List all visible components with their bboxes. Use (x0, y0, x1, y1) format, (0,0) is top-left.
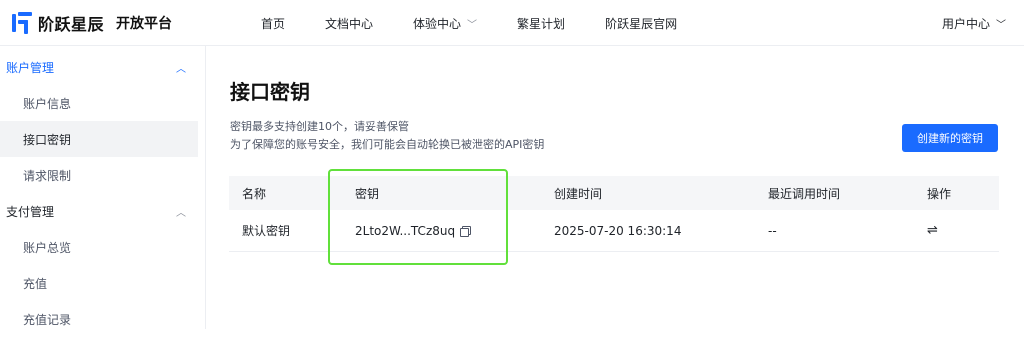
nav-star-plan[interactable]: 繁星计划 (517, 15, 565, 32)
created-time: 2025-07-20 16:30:14 (554, 223, 682, 238)
brand-name: 阶跃星辰 (38, 15, 105, 34)
top-bar: 阶跃星辰 开放平台 首页 文档中心 体验中心 ﹀ 繁星计划 阶跃星辰官网 用户中心… (0, 0, 1024, 46)
column-header-created: 创建时间 (554, 186, 603, 201)
sidebar-item-account-overview[interactable]: 账户总览 (0, 229, 198, 265)
chevron-down-icon: ﹀ (467, 19, 478, 31)
sidebar: 账户管理 ︿ 账户信息 接口密钥 请求限制 支付管理 ︿ 账户总览 充值 充值记… (0, 46, 206, 329)
sidebar-group-account[interactable]: 账户管理 ︿ (0, 49, 206, 85)
nav-official-site[interactable]: 阶跃星辰官网 (605, 15, 677, 32)
create-key-button[interactable]: 创建新的密钥 (902, 124, 998, 152)
main-nav: 首页 文档中心 体验中心 ﹀ 繁星计划 阶跃星辰官网 (261, 0, 717, 46)
sidebar-item-rate-limits[interactable]: 请求限制 (0, 157, 198, 193)
column-header-actions: 操作 (927, 186, 952, 201)
sidebar-item-account-info[interactable]: 账户信息 (0, 85, 198, 121)
sidebar-item-recharge[interactable]: 充值 (0, 265, 198, 301)
platform-name: 开放平台 (116, 16, 173, 32)
user-center-label: 用户中心 (941, 16, 990, 31)
nav-experience[interactable]: 体验中心 ﹀ (413, 15, 477, 32)
sidebar-item-recharge-history[interactable]: 充值记录 (0, 301, 198, 337)
last-used-time: -- (768, 223, 777, 238)
column-header-last-used: 最近调用时间 (768, 186, 841, 201)
column-header-key: 密钥 (355, 186, 380, 201)
key-name: 默认密钥 (242, 224, 291, 238)
logo[interactable]: 阶跃星辰 开放平台 (12, 11, 172, 35)
copy-icon[interactable] (460, 225, 472, 237)
logo-icon (12, 12, 32, 34)
table-row: 默认密钥 2Lto2W...TCz8uq 2025-07-20 16:30:14… (229, 210, 999, 252)
main-content: 接口密钥 密钥最多支持创建10个，请妥善保管 为了保障您的账号安全，我们可能会自… (207, 46, 1024, 329)
api-key-table: 名称 密钥 创建时间 最近调用时间 操作 默认密钥 2Lto2W...TCz8u… (229, 176, 999, 252)
sidebar-item-api-keys[interactable]: 接口密钥 (0, 121, 198, 157)
swap-icon[interactable]: ⇌ (927, 223, 938, 238)
chevron-up-icon: ︿ (176, 63, 186, 75)
nav-docs[interactable]: 文档中心 (325, 15, 373, 32)
key-value: 2Lto2W...TCz8uq (355, 223, 456, 238)
nav-home[interactable]: 首页 (261, 15, 285, 32)
sidebar-group-payment[interactable]: 支付管理 ︿ (0, 193, 206, 229)
table-header: 名称 密钥 创建时间 最近调用时间 操作 (229, 176, 999, 210)
user-center-menu[interactable]: 用户中心 ﹀ (942, 0, 1006, 46)
actions-cell: ⇌ (927, 210, 938, 251)
chevron-down-icon: ﹀ (996, 19, 1006, 31)
page-title: 接口密钥 (230, 80, 310, 104)
description-limit: 密钥最多支持创建10个，请妥善保管 (230, 120, 409, 133)
sidebar-group-label: 支付管理 (6, 204, 55, 219)
description-security: 为了保障您的账号安全，我们可能会自动轮换已被泄密的API密钥 (230, 138, 545, 151)
key-value-cell: 2Lto2W...TCz8uq (355, 210, 472, 251)
sidebar-group-label: 账户管理 (6, 60, 55, 75)
column-header-name: 名称 (242, 186, 267, 201)
chevron-up-icon: ︿ (176, 207, 186, 219)
